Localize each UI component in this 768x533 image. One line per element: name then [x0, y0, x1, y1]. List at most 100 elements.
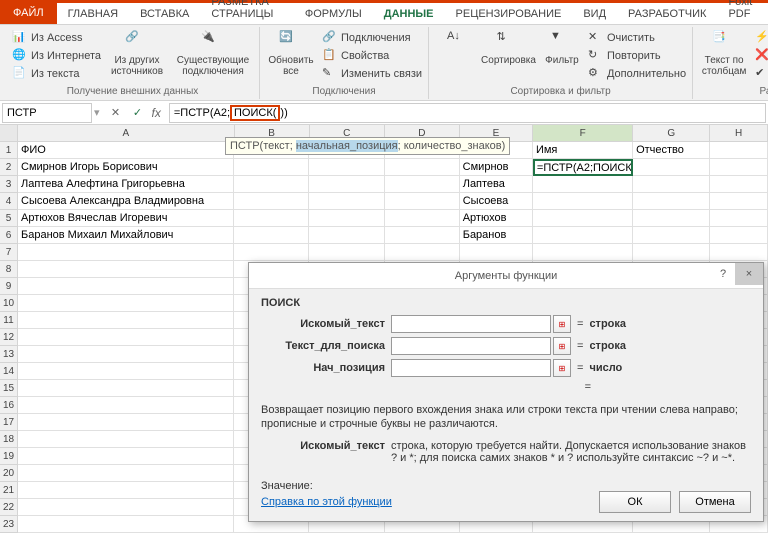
- cell[interactable]: Сысоева: [460, 193, 533, 210]
- cell[interactable]: [234, 244, 309, 261]
- connections-button[interactable]: 🔗Подключения: [322, 30, 422, 46]
- cell[interactable]: [18, 414, 234, 431]
- formula-bar[interactable]: =ПСТР(A2;ПОИСК()): [169, 103, 766, 123]
- tab-view[interactable]: ВИД: [572, 4, 617, 24]
- dialog-help-button[interactable]: ?: [711, 263, 735, 285]
- row-header[interactable]: 7: [0, 244, 18, 261]
- sort-az-button[interactable]: A↓: [435, 30, 475, 46]
- cancel-formula-button[interactable]: ✕: [108, 105, 124, 121]
- refresh-button[interactable]: 🔄Обновить все: [266, 30, 316, 77]
- col-header-G[interactable]: G: [633, 125, 710, 142]
- cell[interactable]: [18, 465, 234, 482]
- text-to-columns-button[interactable]: 📑Текст по столбцам: [699, 30, 749, 77]
- cell[interactable]: [18, 312, 234, 329]
- cell[interactable]: [633, 227, 710, 244]
- cell[interactable]: [18, 346, 234, 363]
- row-header[interactable]: 15: [0, 380, 18, 397]
- cell[interactable]: [234, 210, 309, 227]
- row-header[interactable]: 5: [0, 210, 18, 227]
- cell[interactable]: [18, 397, 234, 414]
- cell[interactable]: [633, 193, 710, 210]
- flash-fill-button[interactable]: ⚡Мгновенное заполне: [755, 30, 768, 46]
- cell[interactable]: Смирнов: [460, 159, 533, 176]
- row-header[interactable]: 16: [0, 397, 18, 414]
- cell[interactable]: [710, 193, 768, 210]
- remove-dup-button[interactable]: ❌Удалить дубликаты: [755, 48, 768, 64]
- cell[interactable]: [18, 244, 234, 261]
- cell[interactable]: Имя: [533, 142, 633, 159]
- from-text-button[interactable]: 📄Из текста: [12, 66, 101, 82]
- arg-input[interactable]: [391, 337, 551, 355]
- tab-foxit[interactable]: Foxit PDF: [717, 0, 768, 24]
- name-box[interactable]: [2, 103, 92, 123]
- cell[interactable]: [18, 499, 234, 516]
- cell[interactable]: [710, 227, 768, 244]
- tab-formulas[interactable]: ФОРМУЛЫ: [294, 4, 373, 24]
- cell[interactable]: Артюхов: [460, 210, 533, 227]
- cancel-button[interactable]: Отмена: [679, 491, 751, 513]
- function-help-link[interactable]: Справка по этой функции: [261, 496, 392, 508]
- cell[interactable]: [533, 176, 633, 193]
- enter-formula-button[interactable]: ✓: [130, 105, 146, 121]
- ok-button[interactable]: ОК: [599, 491, 671, 513]
- cell[interactable]: [710, 244, 768, 261]
- range-picker-button[interactable]: ⊞: [553, 315, 571, 333]
- row-header[interactable]: 19: [0, 448, 18, 465]
- cell[interactable]: [309, 227, 384, 244]
- row-header[interactable]: 18: [0, 431, 18, 448]
- cell[interactable]: Артюхов Вячеслав Игоревич: [18, 210, 234, 227]
- row-header[interactable]: 12: [0, 329, 18, 346]
- col-header-A[interactable]: A: [18, 125, 235, 142]
- cell[interactable]: [309, 193, 384, 210]
- fx-icon[interactable]: fx: [152, 106, 161, 120]
- advanced-filter-button[interactable]: ⚙Дополнительно: [588, 66, 686, 82]
- row-header[interactable]: 13: [0, 346, 18, 363]
- cell[interactable]: =ПСТР(A2;ПОИСК()): [533, 159, 633, 176]
- cell[interactable]: [18, 431, 234, 448]
- arg-input[interactable]: [391, 359, 551, 377]
- cell[interactable]: Баранов: [460, 227, 533, 244]
- cell[interactable]: Сысоева Александра Владмировна: [18, 193, 234, 210]
- tab-developer[interactable]: РАЗРАБОТЧИК: [617, 4, 717, 24]
- cell[interactable]: [633, 159, 710, 176]
- col-header-H[interactable]: H: [710, 125, 768, 142]
- cell[interactable]: [385, 210, 460, 227]
- row-header[interactable]: 8: [0, 261, 18, 278]
- cell[interactable]: [18, 448, 234, 465]
- row-header[interactable]: 11: [0, 312, 18, 329]
- row-header[interactable]: 1: [0, 142, 18, 159]
- dialog-close-button[interactable]: ×: [735, 263, 763, 285]
- cell[interactable]: [710, 176, 768, 193]
- cell[interactable]: [18, 261, 234, 278]
- cell[interactable]: [385, 244, 460, 261]
- col-header-F[interactable]: F: [533, 125, 633, 142]
- cell[interactable]: [234, 176, 309, 193]
- sort-button[interactable]: ⇅Сортировка: [481, 30, 536, 66]
- cell[interactable]: [18, 516, 234, 533]
- row-header[interactable]: 3: [0, 176, 18, 193]
- data-validation-button[interactable]: ✔Проверка данных: [755, 66, 768, 82]
- existing-conn-button[interactable]: 🔌Существующие подключения: [173, 30, 253, 77]
- cell[interactable]: [533, 244, 633, 261]
- cell[interactable]: ФИО: [18, 142, 234, 159]
- cell[interactable]: [385, 176, 460, 193]
- cell[interactable]: [533, 227, 633, 244]
- cell[interactable]: [533, 193, 633, 210]
- tab-layout[interactable]: РАЗМЕТКА СТРАНИЦЫ: [200, 0, 293, 24]
- tab-insert[interactable]: ВСТАВКА: [129, 4, 200, 24]
- cell[interactable]: [234, 227, 309, 244]
- row-header[interactable]: 4: [0, 193, 18, 210]
- cell[interactable]: [385, 159, 460, 176]
- cell[interactable]: [18, 380, 234, 397]
- tab-data[interactable]: ДАННЫЕ: [373, 4, 445, 24]
- range-picker-button[interactable]: ⊞: [553, 359, 571, 377]
- cell[interactable]: Лаптева Алефтина Григорьевна: [18, 176, 234, 193]
- row-header[interactable]: 6: [0, 227, 18, 244]
- cell[interactable]: [710, 210, 768, 227]
- row-header[interactable]: 21: [0, 482, 18, 499]
- cell[interactable]: [633, 176, 710, 193]
- from-other-button[interactable]: 🔗Из других источников: [107, 30, 167, 77]
- cell[interactable]: Смирнов Игорь Борисович: [18, 159, 234, 176]
- cell[interactable]: [533, 210, 633, 227]
- edit-links-button[interactable]: ✎Изменить связи: [322, 66, 422, 82]
